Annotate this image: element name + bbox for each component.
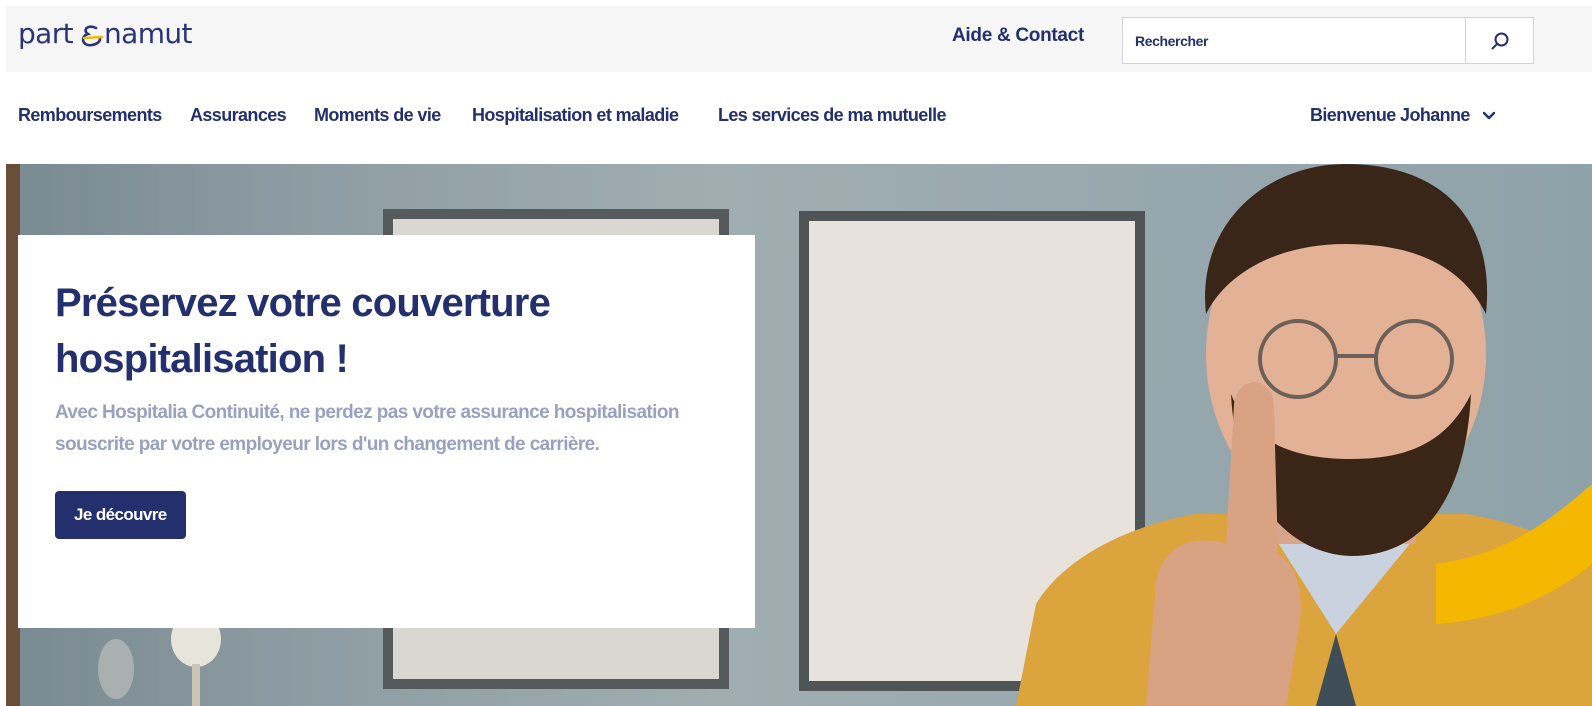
search-box <box>1122 17 1534 64</box>
hero-description: Avec Hospitalia Continuité, ne perdez pa… <box>55 402 679 455</box>
svg-text:namut: namut <box>104 17 193 50</box>
main-navigation: Remboursements Assurances Moments de vie… <box>0 72 1592 164</box>
logo-wordmark: part namut <box>18 17 193 50</box>
nav-item-assurances[interactable]: Assurances <box>190 105 287 126</box>
hero-banner: Préservez votre couverture hospitalisati… <box>6 164 1592 706</box>
hero-card: Préservez votre couverture hospitalisati… <box>18 235 755 628</box>
search-button[interactable] <box>1465 18 1533 63</box>
search-input[interactable] <box>1123 18 1465 63</box>
nav-item-remboursements[interactable]: Remboursements <box>18 105 162 126</box>
help-contact-link[interactable]: Aide & Contact <box>952 25 1084 47</box>
user-menu[interactable]: Bienvenue Johanne <box>1310 105 1496 126</box>
nav-item-moments-de-vie[interactable]: Moments de vie <box>314 105 441 126</box>
partenamut-logo[interactable]: part namut <box>18 14 208 54</box>
search-icon <box>1491 32 1508 49</box>
discover-button[interactable]: Je découvre <box>55 491 186 539</box>
svg-text:part: part <box>18 17 74 50</box>
user-greeting: Bienvenue Johanne <box>1310 105 1470 125</box>
nav-item-services-mutuelle[interactable]: Les services de ma mutuelle <box>718 105 947 126</box>
chevron-down-icon <box>1482 111 1496 119</box>
top-bar: part namut Aide & Contact <box>6 6 1592 72</box>
nav-item-hospitalisation-maladie[interactable]: Hospitalisation et maladie <box>472 105 679 126</box>
hero-title: Préservez votre couverture hospitalisati… <box>55 281 551 381</box>
